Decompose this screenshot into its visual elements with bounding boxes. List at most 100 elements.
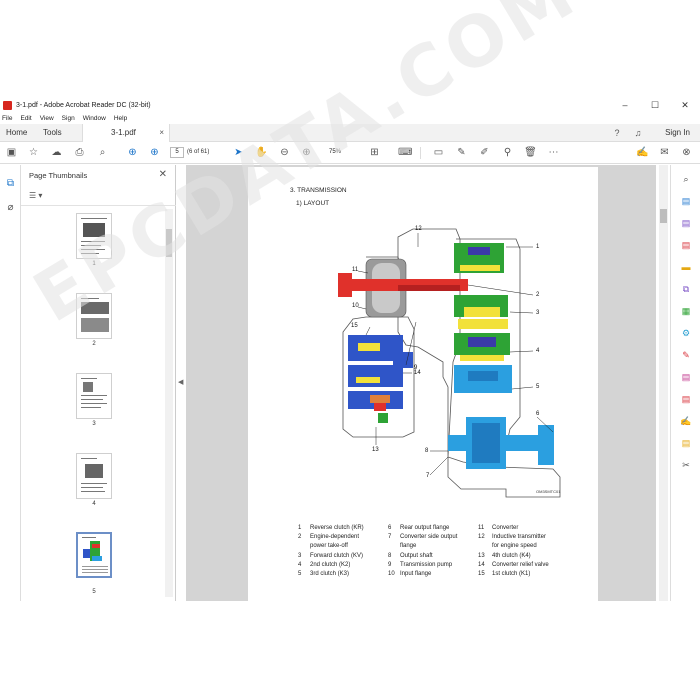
pdf-page: 3. TRANSMISSION 1) LAYOUT 1 2 3 4 5 6 7 … xyxy=(248,167,598,601)
compress-pdf-icon[interactable]: ⚙ xyxy=(680,327,692,339)
print-icon[interactable]: ⎙ xyxy=(73,146,86,159)
thumbnail-label: 3 xyxy=(92,421,96,427)
keyboard-scroll-icon[interactable]: ⌨ xyxy=(398,146,412,159)
left-navigation-rail: ⧉ ⌀ xyxy=(0,165,21,601)
menu-bar: File Edit View Sign Window Help xyxy=(0,112,700,124)
reverse-clutch-kr xyxy=(454,243,504,273)
notifications-bell-icon[interactable]: ♫ xyxy=(632,127,644,139)
next-page-icon[interactable]: ⊕ xyxy=(148,146,161,159)
menu-file[interactable]: File xyxy=(2,115,12,122)
more-tools-icon[interactable]: ⋯ xyxy=(547,146,560,159)
document-view[interactable]: 3. TRANSMISSION 1) LAYOUT 1 2 3 4 5 6 7 … xyxy=(186,165,656,601)
acrobat-window: 3-1.pdf - Adobe Acrobat Reader DC (32-bi… xyxy=(0,0,700,601)
panel-title: Page Thumbnails xyxy=(29,171,88,180)
menu-help[interactable]: Help xyxy=(114,115,127,122)
thumbnail-label: 5 xyxy=(92,589,96,595)
callout-15: 15 xyxy=(351,323,358,329)
tab-home[interactable]: Home xyxy=(6,124,27,142)
legend-column-2: 6 Rear output flange 7 Converter side outp… xyxy=(388,525,458,578)
email-icon[interactable]: ✉ xyxy=(658,146,671,159)
page-count: (6 of 61) xyxy=(187,149,210,155)
tab-bar: Home Tools 3-1.pdf × ? ♫ Sign In xyxy=(0,124,700,142)
organize-pages-icon[interactable]: ▦ xyxy=(680,305,692,317)
thumbnail-label: 1 xyxy=(92,261,96,267)
title-bar: 3-1.pdf - Adobe Acrobat Reader DC (32-bi… xyxy=(0,98,700,112)
menu-edit[interactable]: Edit xyxy=(20,115,31,122)
legend-column-3: 11 Converter 12 Inductive transmitter for … xyxy=(478,525,549,578)
page-thumbnail-1[interactable] xyxy=(76,213,112,259)
comment-icon[interactable]: ▭ xyxy=(432,146,445,159)
panel-close-icon[interactable]: ✕ xyxy=(159,169,167,180)
callout-5: 5 xyxy=(536,384,540,390)
fill-sign-icon[interactable]: ▤ xyxy=(680,393,692,405)
tab-document[interactable]: 3-1.pdf × xyxy=(82,124,170,142)
upload-cloud-icon[interactable]: ☁ xyxy=(50,146,63,159)
minimize-button[interactable]: ‒ xyxy=(610,98,640,112)
zoom-level-select[interactable]: 75% xyxy=(322,147,348,158)
send-for-signature-icon[interactable]: ✍ xyxy=(680,415,692,427)
certificates-icon[interactable]: ▤ xyxy=(680,437,692,449)
main-toolbar: ▣ ☆ ☁ ⎙ ⌕ ⊕ ⊕ 5 (6 of 61) ➤ ✋ ⊖ ⊕ 75% ⊞ … xyxy=(0,142,700,164)
page-thumbnail-3[interactable] xyxy=(76,373,112,419)
attachments-paperclip-icon[interactable]: ⌀ xyxy=(4,201,17,214)
thumbnail-options-menu[interactable]: ☰ ▾ xyxy=(29,191,42,200)
callout-13: 13 xyxy=(372,447,379,453)
save-icon[interactable]: ▣ xyxy=(5,146,18,159)
transmission-layout-diagram xyxy=(338,228,561,498)
menu-window[interactable]: Window xyxy=(83,115,106,122)
comment-tool-icon[interactable]: ▬ xyxy=(680,261,692,273)
tab-close-icon[interactable]: × xyxy=(159,124,164,142)
create-pdf-icon[interactable]: ▤ xyxy=(680,217,692,229)
sign-pen-icon[interactable]: ✍ xyxy=(636,146,649,159)
help-icon[interactable]: ? xyxy=(611,127,623,139)
third-clutch-k3 xyxy=(454,365,512,393)
sign-in-button[interactable]: Sign In xyxy=(665,124,690,142)
output-shaft xyxy=(448,417,554,469)
fit-page-icon[interactable]: ⊞ xyxy=(368,146,381,159)
callout-7: 7 xyxy=(426,473,430,479)
highlight-pen-icon[interactable]: ✎ xyxy=(455,146,468,159)
bookmark-star-icon[interactable]: ☆ xyxy=(27,146,40,159)
page-thumbnail-5-selected[interactable] xyxy=(76,532,112,578)
tab-tools[interactable]: Tools xyxy=(43,124,62,142)
close-button[interactable]: ✕ xyxy=(670,98,700,112)
delete-trash-icon[interactable]: 🗑 xyxy=(524,146,537,159)
combine-files-icon[interactable]: ⧉ xyxy=(680,283,692,295)
select-cursor-icon[interactable]: ➤ xyxy=(232,146,245,159)
page-number-input[interactable]: 5 xyxy=(170,147,184,158)
menu-view[interactable]: View xyxy=(40,115,54,122)
callout-14: 14 xyxy=(414,370,421,376)
callout-8: 8 xyxy=(425,448,429,454)
callout-10: 10 xyxy=(352,303,359,309)
page-thumbnail-2[interactable] xyxy=(76,293,112,339)
search-tool-icon[interactable]: ⌕ xyxy=(680,173,692,185)
search-zoom-icon[interactable]: ⌕ xyxy=(96,146,109,159)
stamp-icon[interactable]: ⚲ xyxy=(501,146,514,159)
zoom-in-icon[interactable]: ⊕ xyxy=(300,146,313,159)
acrobat-logo-icon xyxy=(3,100,12,110)
menu-sign[interactable]: Sign xyxy=(62,115,75,122)
panel-divider xyxy=(21,205,176,206)
previous-page-icon[interactable]: ⊕ xyxy=(126,146,139,159)
draw-icon[interactable]: ✐ xyxy=(478,146,491,159)
callout-4: 4 xyxy=(536,348,540,354)
protect-icon[interactable]: ▤ xyxy=(680,371,692,383)
page-thumbnails-panel: Page Thumbnails ✕ ☰ ▾ 1 2 3 4 5 xyxy=(21,165,176,601)
redact-icon[interactable]: ✎ xyxy=(680,349,692,361)
collapse-panel-arrow-icon[interactable]: ◀ xyxy=(178,378,183,386)
zoom-out-icon[interactable]: ⊖ xyxy=(278,146,291,159)
first-and-fourth-clutch xyxy=(348,335,413,423)
document-scrollbar[interactable] xyxy=(659,165,668,601)
hand-tool-icon[interactable]: ✋ xyxy=(255,146,268,159)
edit-pdf-icon[interactable]: ▤ xyxy=(680,239,692,251)
more-tools-wrench-icon[interactable]: ✂ xyxy=(680,459,692,471)
page-thumbnail-4[interactable] xyxy=(76,453,112,499)
share-link-icon[interactable]: ⊗ xyxy=(680,146,693,159)
callout-12: 12 xyxy=(415,226,422,232)
page-thumbnails-icon[interactable]: ⧉ xyxy=(4,177,17,190)
panel-scrollbar[interactable] xyxy=(165,209,173,597)
callout-6: 6 xyxy=(536,411,540,417)
maximize-button[interactable]: ☐ xyxy=(640,98,670,112)
right-tools-rail: ⌕ ▤ ▤ ▤ ▬ ⧉ ▦ ⚙ ✎ ▤ ▤ ✍ ▤ ✂ xyxy=(670,165,700,601)
export-pdf-icon[interactable]: ▤ xyxy=(680,195,692,207)
